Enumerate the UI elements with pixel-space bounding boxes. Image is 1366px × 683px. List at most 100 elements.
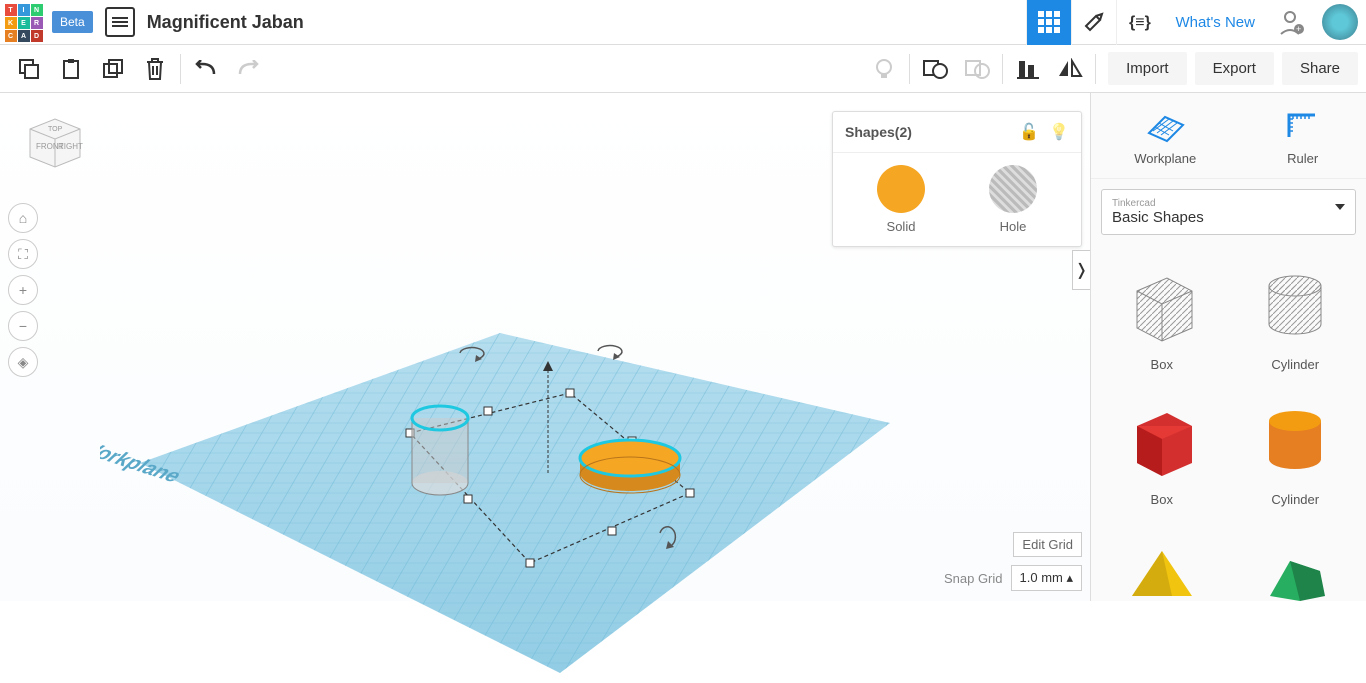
edit-grid-button[interactable]: Edit Grid [1013, 532, 1082, 557]
code-blocks-button[interactable]: {≡} [1116, 0, 1161, 45]
paste-icon [59, 57, 83, 81]
snap-grid-label: Snap Grid [944, 571, 1003, 586]
cylinder-orange-icon [1255, 401, 1335, 481]
blocks-view-button[interactable] [1071, 0, 1116, 45]
align-icon [1017, 58, 1039, 80]
prism-icon [1255, 546, 1335, 601]
workplane[interactable]: Workplane [100, 263, 900, 683]
undo-icon [194, 60, 218, 78]
solid-label: Solid [887, 219, 916, 234]
workplane-label: Workplane [1134, 151, 1196, 166]
hole-swatch-icon [989, 165, 1037, 213]
user-avatar[interactable] [1322, 4, 1358, 40]
ortho-view-button[interactable]: ◈ [8, 347, 38, 377]
shape-prism-green[interactable] [1233, 523, 1359, 601]
delete-button[interactable] [134, 48, 176, 90]
project-title[interactable]: Magnificent Jaban [147, 12, 304, 33]
right-toolbar: Import Export Share [863, 48, 1358, 90]
shapes-sidebar: Workplane Ruler Tinkercad Basic Shapes B… [1090, 93, 1366, 601]
copy-icon [17, 57, 41, 81]
grid-controls: Edit Grid Snap Grid 1.0 mm ▴ [944, 532, 1082, 591]
top-right-group: {≡} What's New + [1026, 0, 1366, 45]
separator [1002, 54, 1003, 84]
shape-label: Cylinder [1271, 492, 1319, 507]
grid-icon [1038, 11, 1060, 33]
cylinder-hatched-icon [1255, 266, 1335, 346]
separator [180, 54, 181, 84]
shape-box-red[interactable]: Box [1099, 388, 1225, 515]
snap-grid-select[interactable]: 1.0 mm ▴ [1011, 565, 1082, 591]
view-cube[interactable]: FRONT RIGHT TOP [20, 105, 90, 175]
group-button[interactable] [914, 48, 956, 90]
shape-cylinder-hole[interactable]: Cylinder [1233, 253, 1359, 380]
svg-text:TOP: TOP [48, 126, 63, 133]
home-view-button[interactable]: ⌂ [8, 203, 38, 233]
shape-box-hole[interactable]: Box [1099, 253, 1225, 380]
box-hatched-icon [1122, 266, 1202, 346]
viewcube-icon: FRONT RIGHT TOP [20, 105, 90, 175]
design-notes-icon[interactable] [105, 7, 135, 37]
shape-label: Box [1151, 357, 1173, 372]
solid-swatch-icon [877, 165, 925, 213]
collapse-sidebar-handle[interactable]: ❭ [1072, 250, 1090, 290]
duplicate-icon [101, 57, 125, 81]
shape-category-dropdown[interactable]: Tinkercad Basic Shapes [1101, 189, 1356, 235]
share-button[interactable]: Share [1282, 52, 1358, 85]
ruler-tool[interactable]: Ruler [1283, 105, 1323, 166]
solid-option[interactable]: Solid [845, 165, 957, 234]
copy-button[interactable] [8, 48, 50, 90]
tinkercad-logo[interactable]: TIN KER CAD [0, 0, 48, 45]
zoom-in-button[interactable]: + [8, 275, 38, 305]
bricks-view-button[interactable] [1026, 0, 1071, 45]
chevron-down-icon [1335, 204, 1345, 210]
export-button[interactable]: Export [1195, 52, 1274, 85]
shape-library-grid: Box Cylinder Box Cylinder [1091, 245, 1366, 601]
fit-view-button[interactable]: ⛶ [8, 239, 38, 269]
trash-icon [144, 57, 166, 81]
redo-button[interactable] [227, 48, 269, 90]
shape-label: Box [1151, 492, 1173, 507]
inspector-header: Shapes(2) 🔓 💡 [833, 112, 1081, 153]
zoom-out-button[interactable]: − [8, 311, 38, 341]
import-button[interactable]: Import [1108, 52, 1187, 85]
code-icon: {≡} [1127, 10, 1151, 34]
add-user-button[interactable]: + [1269, 0, 1314, 45]
top-bar: TIN KER CAD Beta Magnificent Jaban {≡} W… [0, 0, 1366, 45]
shapes-inspector-panel: Shapes(2) 🔓 💡 Solid Hole [832, 111, 1082, 247]
group-icon [922, 57, 948, 81]
svg-text:RIGHT: RIGHT [58, 142, 83, 151]
beta-badge: Beta [52, 11, 93, 33]
paste-button[interactable] [50, 48, 92, 90]
inspector-title: Shapes(2) [845, 124, 912, 140]
redo-icon [236, 60, 260, 78]
add-user-icon: + [1278, 8, 1306, 36]
align-button[interactable] [1007, 48, 1049, 90]
bulb-icon [872, 57, 896, 81]
bulb-icon[interactable]: 💡 [1049, 122, 1069, 142]
ruler-icon [1283, 107, 1323, 143]
box-red-icon [1122, 401, 1202, 481]
svg-text:+: + [1296, 24, 1301, 34]
ungroup-button[interactable] [956, 48, 998, 90]
undo-button[interactable] [185, 48, 227, 90]
shape-label: Cylinder [1271, 357, 1319, 372]
lock-icon[interactable]: 🔓 [1019, 122, 1039, 142]
viewport[interactable]: FRONT RIGHT TOP ⌂ ⛶ + − ◈ Workplane [0, 93, 1090, 601]
nav-controls: ⌂ ⛶ + − ◈ [8, 203, 38, 377]
svg-text:{≡}: {≡} [1129, 14, 1151, 31]
workplane-tool[interactable]: Workplane [1134, 105, 1196, 166]
whats-new-link[interactable]: What's New [1161, 14, 1269, 31]
hole-option[interactable]: Hole [957, 165, 1069, 234]
shape-pyramid-yellow[interactable] [1099, 523, 1225, 601]
show-all-button[interactable] [863, 48, 905, 90]
main-toolbar: Import Export Share [0, 45, 1366, 93]
separator [1095, 54, 1096, 84]
shape-cylinder-orange[interactable]: Cylinder [1233, 388, 1359, 515]
duplicate-button[interactable] [92, 48, 134, 90]
mirror-button[interactable] [1049, 48, 1091, 90]
pyramid-icon [1122, 546, 1202, 601]
separator [909, 54, 910, 84]
pickaxe-icon [1082, 10, 1106, 34]
dropdown-value: Basic Shapes [1112, 209, 1345, 226]
hole-label: Hole [1000, 219, 1027, 234]
